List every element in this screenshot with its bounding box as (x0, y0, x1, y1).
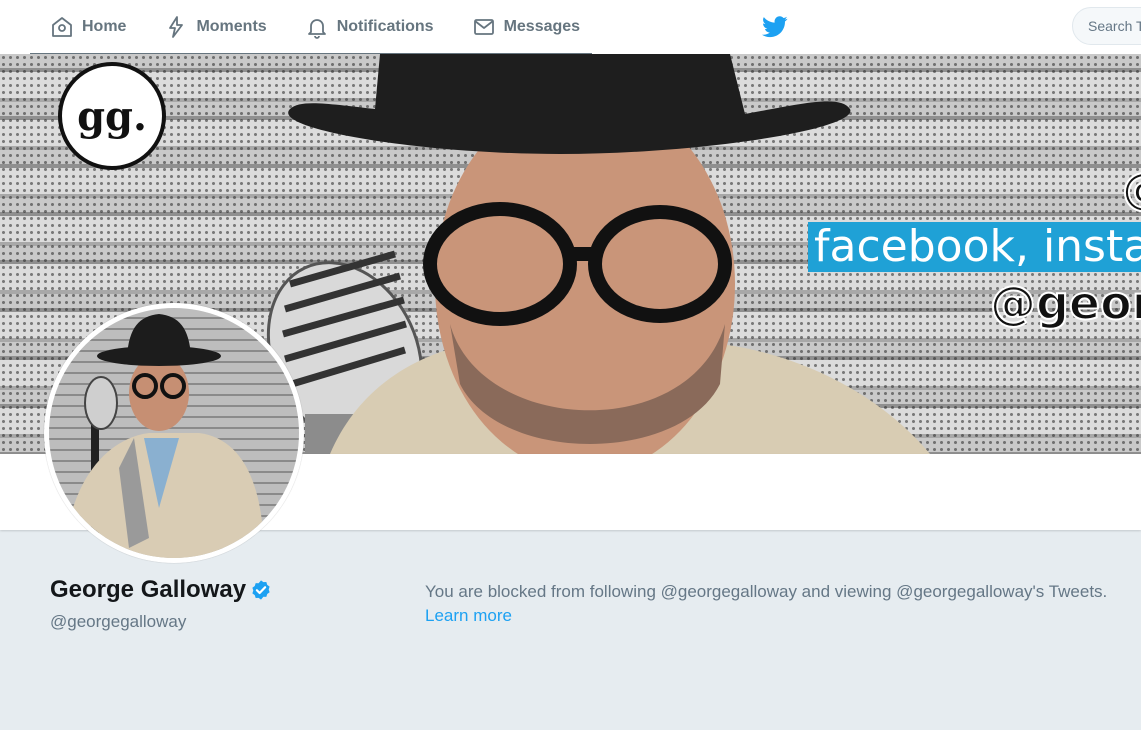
blocked-message: You are blocked from following @georgega… (425, 582, 1108, 601)
home-icon (52, 17, 72, 37)
avatar-photo (49, 308, 299, 558)
profile-screen-name[interactable]: @georgegalloway (50, 612, 186, 632)
nav-divider (30, 53, 592, 54)
banner-partial-handle: @ (1121, 163, 1141, 216)
nav-moments[interactable]: Moments (144, 0, 284, 54)
learn-more-link[interactable]: Learn more (425, 606, 512, 626)
nav-home-label: Home (82, 18, 127, 35)
envelope-icon (473, 19, 494, 35)
nav-messages-label: Messages (503, 18, 581, 35)
banner-social-text: facebook, instagram (808, 222, 1141, 272)
gg-logo: gg. (58, 62, 166, 170)
nav-notifications[interactable]: Notifications (285, 0, 452, 54)
bell-icon (307, 19, 326, 39)
nav-messages[interactable]: Messages (452, 0, 599, 54)
twitter-bird-icon[interactable] (762, 15, 788, 39)
profile-name-row: George Galloway (50, 576, 272, 604)
nav-notifications-label: Notifications (336, 18, 434, 35)
hat-shape (288, 54, 851, 154)
avatar[interactable] (44, 303, 304, 563)
banner-handle-text: @georgegalloway (989, 275, 1141, 331)
nav-home[interactable]: Home (30, 0, 144, 54)
search-input[interactable] (1072, 7, 1141, 45)
primary-nav: Home Moments Notifications Messages (30, 0, 598, 54)
verified-badge-icon (252, 580, 270, 600)
top-navigation-bar: Home Moments Notifications Messages (0, 0, 1141, 54)
profile-name[interactable]: George Galloway (50, 576, 246, 604)
lightning-icon (169, 16, 184, 38)
avatar-portrait (64, 314, 264, 558)
nav-moments-label: Moments (196, 18, 267, 35)
